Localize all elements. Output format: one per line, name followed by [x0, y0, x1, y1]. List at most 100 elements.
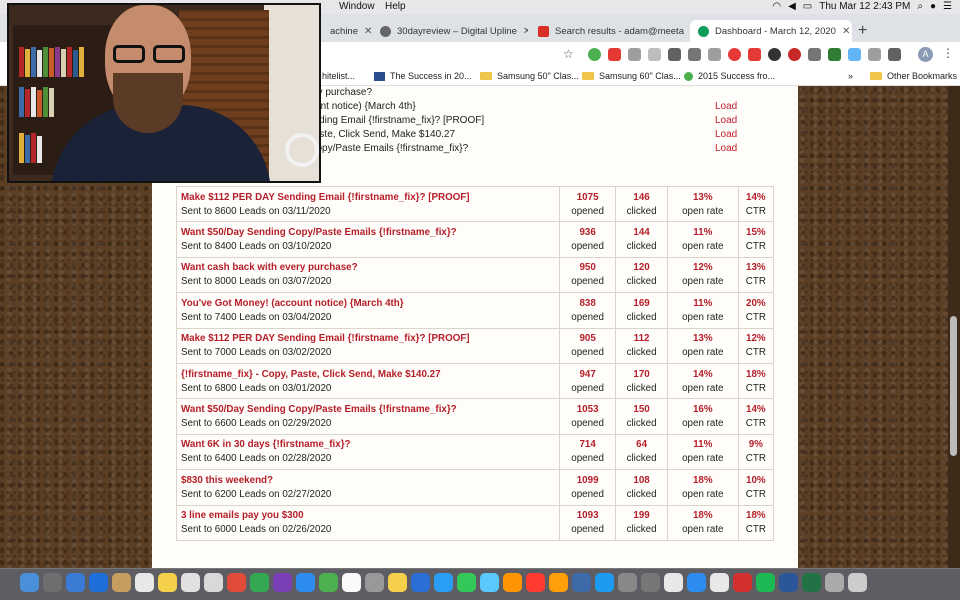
extension-icon[interactable]	[768, 48, 781, 61]
close-icon[interactable]: ✕	[364, 26, 372, 37]
more-menu-icon[interactable]: ⋮	[942, 46, 954, 60]
menu-window[interactable]: Window	[339, 1, 375, 12]
tab-dashboard[interactable]: Dashboard - March 12, 2020 ✕	[690, 20, 852, 42]
load-link[interactable]: Load	[715, 114, 737, 128]
search-icon[interactable]: ⌕	[917, 1, 923, 12]
dock-app-icon[interactable]	[641, 573, 660, 592]
bookmark-item[interactable]: Samsung 50" Clas...	[480, 71, 579, 81]
dock-app-icon[interactable]	[549, 573, 568, 592]
campaign-subject-link[interactable]: Want cash back with every purchase?	[181, 262, 559, 273]
other-bookmarks[interactable]: Other Bookmarks	[870, 71, 957, 81]
stat-value: 9%	[748, 439, 763, 451]
dock-app-icon[interactable]	[66, 573, 85, 592]
load-link[interactable]: Load	[715, 100, 737, 114]
campaign-subject-link[interactable]: Make $112 PER DAY Sending Email {!firstn…	[181, 333, 559, 344]
battery-icon[interactable]: ▭	[803, 1, 812, 12]
camera-icon[interactable]	[888, 48, 901, 61]
campaign-subject-link[interactable]: You've Got Money! (account notice) {Marc…	[181, 298, 559, 309]
extension-icon[interactable]	[808, 48, 821, 61]
extension-icon[interactable]	[748, 48, 761, 61]
campaign-subject-link[interactable]: $830 this weekend?	[181, 475, 559, 486]
extension-icon[interactable]	[848, 48, 861, 61]
dock-app-icon[interactable]	[135, 573, 154, 592]
extension-icon[interactable]	[868, 48, 881, 61]
dock-app-icon[interactable]	[20, 573, 39, 592]
close-icon[interactable]: ✕	[523, 26, 528, 37]
bookmark-item[interactable]: The Success in 20...	[374, 71, 472, 81]
dock-app-icon[interactable]	[526, 573, 545, 592]
extension-icon[interactable]	[708, 48, 721, 61]
campaign-subject-link[interactable]: 3 line emails pay you $300	[181, 510, 559, 521]
dock-app-icon[interactable]	[710, 573, 729, 592]
dock-app-icon[interactable]	[595, 573, 614, 592]
bookmark-item[interactable]: Samsung 60" Clas...	[582, 71, 681, 81]
extension-icon[interactable]	[828, 48, 841, 61]
wifi-icon[interactable]: ◠	[772, 1, 781, 12]
load-link[interactable]: Load	[715, 128, 737, 142]
extension-icon[interactable]	[608, 48, 621, 61]
stat-label: opened	[571, 453, 604, 465]
bookmark-item[interactable]: hitelist...	[322, 71, 355, 81]
dock-app-icon[interactable]	[89, 573, 108, 592]
menubar-clock[interactable]: Thu Mar 12 2:43 PM	[819, 1, 910, 12]
dock-app-icon[interactable]	[825, 573, 844, 592]
dock-app-icon[interactable]	[227, 573, 246, 592]
dock-app-icon[interactable]	[411, 573, 430, 592]
dock-app-icon[interactable]	[779, 573, 798, 592]
tab[interactable]: Search results - adam@meeta✕	[530, 20, 688, 42]
dock-app-icon[interactable]	[342, 573, 361, 592]
bookmark-star-icon[interactable]: ☆	[563, 47, 574, 61]
dock-app-icon[interactable]	[273, 573, 292, 592]
scrollbar-thumb[interactable]	[950, 316, 957, 456]
dock-app-icon[interactable]	[480, 573, 499, 592]
campaign-subject-link[interactable]: {!firstname_fix} - Copy, Paste, Click Se…	[181, 369, 559, 380]
dock-app-icon[interactable]	[664, 573, 683, 592]
dock-app-icon[interactable]	[756, 573, 775, 592]
campaign-subject-link[interactable]: Want $50/Day Sending Copy/Paste Emails {…	[181, 227, 559, 238]
dock-app-icon[interactable]	[848, 573, 867, 592]
extension-icon[interactable]	[688, 48, 701, 61]
campaign-sent-info: Sent to 6800 Leads on 03/01/2020	[181, 382, 332, 394]
dock-app-icon[interactable]	[457, 573, 476, 592]
tab[interactable]: achine ✕	[322, 20, 372, 42]
dock-app-icon[interactable]	[365, 573, 384, 592]
dock-app-icon[interactable]	[319, 573, 338, 592]
volume-icon[interactable]: ◀	[788, 1, 796, 12]
dock-app-icon[interactable]	[158, 573, 177, 592]
stat-open-rate-cell: 18% open rate	[666, 504, 739, 541]
bookmark-item[interactable]: 2015 Success fro...	[684, 71, 775, 81]
campaign-subject-link[interactable]: Want $50/Day Sending Copy/Paste Emails {…	[181, 404, 559, 415]
tab[interactable]: 30dayreview – Digital Upline ✕	[372, 20, 528, 42]
dock-app-icon[interactable]	[802, 573, 821, 592]
load-link[interactable]: Load	[715, 142, 737, 156]
profile-avatar[interactable]: A	[918, 47, 933, 62]
campaign-subject-link[interactable]: Want 6K in 30 days {!firstname_fix}?	[181, 439, 559, 450]
dock-app-icon[interactable]	[250, 573, 269, 592]
menu-list-icon[interactable]: ☰	[943, 1, 952, 12]
extension-icon[interactable]	[728, 48, 741, 61]
dock-app-icon[interactable]	[733, 573, 752, 592]
dock-app-icon[interactable]	[112, 573, 131, 592]
campaign-subject-link[interactable]: Make $112 PER DAY Sending Email {!firstn…	[181, 192, 559, 203]
dock-app-icon[interactable]	[296, 573, 315, 592]
extension-icon[interactable]	[788, 48, 801, 61]
dock-app-icon[interactable]	[618, 573, 637, 592]
extension-icon[interactable]	[588, 48, 601, 61]
dock-app-icon[interactable]	[181, 573, 200, 592]
menu-help[interactable]: Help	[385, 1, 406, 12]
user-avatar-icon[interactable]: ●	[930, 1, 936, 12]
new-tab-button[interactable]: +	[858, 22, 867, 40]
dock-app-icon[interactable]	[687, 573, 706, 592]
dock-app-icon[interactable]	[43, 573, 62, 592]
dock-app-icon[interactable]	[204, 573, 223, 592]
extension-icon[interactable]	[648, 48, 661, 61]
page-scrollbar[interactable]	[948, 86, 960, 568]
dock-app-icon[interactable]	[503, 573, 522, 592]
dock-app-icon[interactable]	[388, 573, 407, 592]
extension-icon[interactable]	[668, 48, 681, 61]
dock-app-icon[interactable]	[434, 573, 453, 592]
extension-icon[interactable]	[628, 48, 641, 61]
close-icon[interactable]: ✕	[842, 26, 850, 37]
bookmarks-overflow[interactable]: »	[848, 71, 853, 81]
dock-app-icon[interactable]	[572, 573, 591, 592]
